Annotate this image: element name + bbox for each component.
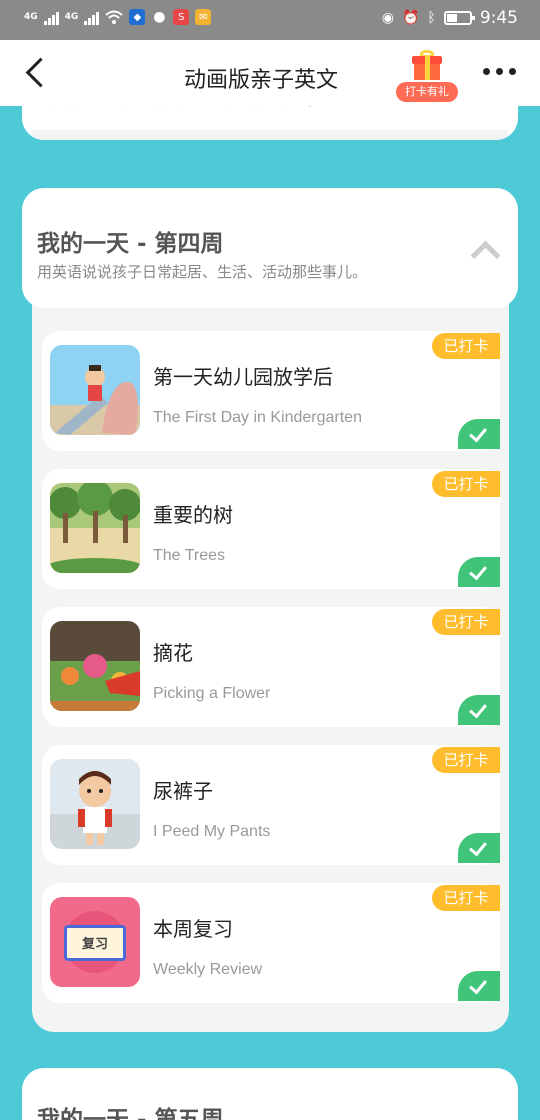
top-nav-bar: 动画版亲子英文 打卡有礼: [0, 40, 540, 106]
check-icon: [458, 971, 500, 1001]
previous-week-card-base: [32, 130, 508, 140]
checkin-gift-label: 打卡有礼: [396, 82, 458, 102]
check-icon: [458, 833, 500, 863]
check-icon: [458, 695, 500, 725]
review-book-label: 复习: [81, 937, 108, 952]
chevron-up-icon[interactable]: [470, 236, 500, 260]
week-title: 我的一天 - 第四周: [37, 231, 224, 257]
check-icon: [458, 557, 500, 587]
lesson-item[interactable]: 摘花 Picking a Flower 已打卡: [42, 607, 500, 727]
lesson-title: 摘花: [153, 641, 193, 665]
lesson-item[interactable]: 第一天幼儿园放学后 The First Day in Kindergarten …: [42, 331, 500, 451]
lesson-english-title: The First Day in Kindergarten: [153, 409, 362, 426]
lesson-title: 尿裤子: [153, 779, 213, 803]
lesson-english-title: The Trees: [153, 547, 226, 564]
more-options-button[interactable]: [483, 68, 516, 75]
back-button[interactable]: [22, 56, 54, 90]
checkin-gift-button[interactable]: 打卡有礼: [392, 46, 462, 102]
lesson-title: 本周复习: [153, 917, 233, 941]
lesson-thumbnail: 复习: [50, 897, 140, 987]
lesson-english-title: Picking a Flower: [153, 685, 271, 702]
lesson-thumbnail: [50, 483, 140, 573]
message-icon: ●: [153, 9, 166, 25]
battery-icon: [443, 11, 475, 25]
network-type-1: 4G: [24, 12, 38, 22]
checked-in-badge: 已打卡: [432, 747, 500, 773]
clock-time: 9:45: [479, 8, 518, 28]
shield-icon: ◆: [129, 9, 146, 25]
status-icons-left: 4G 4G ◆ ● S ✉: [24, 9, 212, 25]
lesson-thumbnail: [50, 345, 140, 435]
lesson-title: 重要的树: [153, 503, 233, 527]
status-bar: 4G 4G ◆ ● S ✉ ◉ ⏰ ᛒ 9:45: [0, 0, 540, 40]
week-subtitle: 用英语说说孩子日常起居、生活、活动那些事儿。: [37, 263, 368, 281]
lesson-item[interactable]: 重要的树 The Trees 已打卡: [42, 469, 500, 589]
alarm-icon: ⏰: [401, 10, 420, 26]
lesson-english-title: Weekly Review: [153, 961, 263, 978]
lesson-title: 第一天幼儿园放学后: [153, 365, 333, 389]
lesson-thumbnail: [50, 621, 140, 711]
gift-icon: [412, 50, 442, 80]
lesson-thumbnail: [50, 759, 140, 849]
wifi-icon: [105, 10, 123, 24]
lesson-item[interactable]: 复习 本周复习 Weekly Review 已打卡: [42, 883, 500, 1003]
mail-icon: ✉: [195, 9, 212, 25]
eye-icon: ◉: [381, 10, 394, 26]
checked-in-badge: 已打卡: [432, 885, 500, 911]
next-week-title: 我的一天 - 第五周: [37, 1107, 224, 1120]
bluetooth-icon: ᛒ: [427, 10, 436, 26]
status-icons-right: ◉ ⏰ ᛒ 9:45: [382, 8, 518, 28]
checked-in-badge: 已打卡: [432, 333, 500, 359]
lesson-english-title: I Peed My Pants: [153, 823, 271, 840]
next-week-card[interactable]: 我的一天 - 第五周: [22, 1068, 518, 1120]
app-icon-s: S: [173, 9, 190, 25]
week-header[interactable]: 我的一天 - 第四周 用英语说说孩子日常起居、生活、活动那些事儿。: [22, 188, 518, 308]
lesson-item[interactable]: 尿裤子 I Peed My Pants 已打卡: [42, 745, 500, 865]
signal-icon: [84, 9, 100, 25]
check-icon: [458, 419, 500, 449]
page-title: 动画版亲子英文: [184, 68, 339, 93]
checked-in-badge: 已打卡: [432, 471, 500, 497]
checked-in-badge: 已打卡: [432, 609, 500, 635]
signal-icon: [43, 9, 59, 25]
network-type-2: 4G: [64, 12, 79, 22]
